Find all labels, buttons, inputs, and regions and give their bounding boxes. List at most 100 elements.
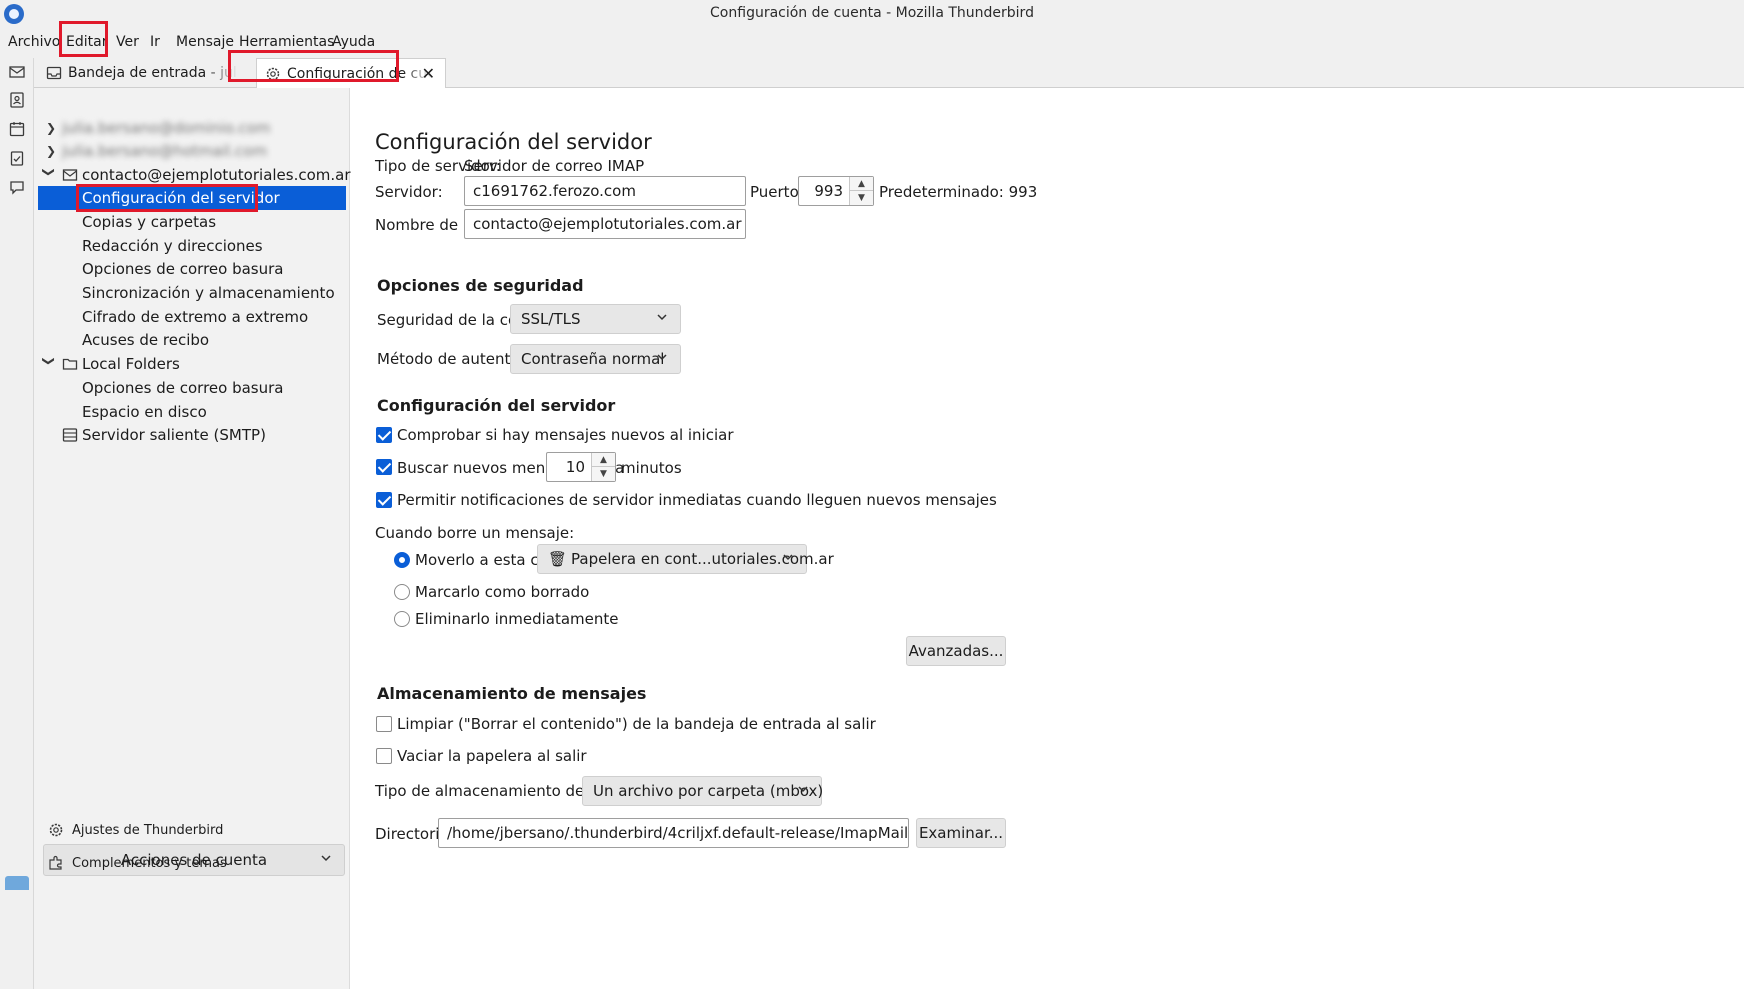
account-row[interactable]: ❯ julia.bersano@dominio.com xyxy=(38,116,346,140)
tree-item-smtp[interactable]: Servidor saliente (SMTP) xyxy=(38,423,346,447)
connection-security-value: SSL/TLS xyxy=(521,310,581,328)
account-row[interactable]: ❯ julia.bersano@hotmail.com xyxy=(38,139,346,163)
chevron-down-icon[interactable]: ❯ xyxy=(42,356,56,368)
trash-icon: 🗑 xyxy=(548,550,568,568)
mail-icon[interactable] xyxy=(9,64,25,78)
tree-item-junk[interactable]: Opciones de correo basura xyxy=(38,257,346,281)
spaces-toolbar xyxy=(0,58,34,989)
menu-editar[interactable]: Editar xyxy=(66,34,107,50)
tab-bar: Bandeja de entrada - julia.b Configuraci… xyxy=(34,58,1744,89)
tree-item-copies-folders[interactable]: Copias y carpetas xyxy=(38,210,346,234)
chevron-down-icon[interactable]: ▼ xyxy=(592,467,615,481)
tree-item-label: Opciones de correo basura xyxy=(82,260,284,278)
empty-trash-label: Vaciar la papelera al salir xyxy=(397,747,587,765)
menu-herramientas[interactable]: Herramientas xyxy=(239,34,334,50)
chevron-down-icon xyxy=(657,314,667,321)
server-label: Servidor: xyxy=(375,183,443,201)
cleanup-inbox-label: Limpiar ("Borrar el contenido") de la ba… xyxy=(397,715,876,733)
storage-type-select[interactable]: Un archivo por carpeta (mbox) xyxy=(582,776,824,806)
check-interval-spinner[interactable]: 10 ▲ ▼ xyxy=(546,452,616,482)
auth-method-select[interactable]: Contraseña normal xyxy=(510,344,681,374)
account-row[interactable]: ❯ contacto@ejemplotutoriales.com.ar xyxy=(38,163,351,187)
close-tab-icon[interactable]: ✕ xyxy=(422,64,435,83)
browse-button[interactable]: Examinar... xyxy=(916,818,1006,848)
tree-item-label: Copias y carpetas xyxy=(82,213,217,231)
mail-account-icon xyxy=(62,169,78,181)
move-to-folder-radio[interactable] xyxy=(394,552,410,568)
chevron-down-icon[interactable]: ▼ xyxy=(850,191,873,205)
check-on-start-checkbox[interactable] xyxy=(376,427,392,443)
server-settings-heading: Configuración del servidor xyxy=(377,396,616,415)
local-dir-input[interactable]: /home/jbersano/.thunderbird/4criljxf.def… xyxy=(438,818,909,848)
tree-item-label: Espacio en disco xyxy=(82,403,207,421)
chevron-down-icon xyxy=(798,786,808,793)
mark-deleted-radio[interactable] xyxy=(394,584,410,600)
minutes-unit: minutos xyxy=(621,459,682,477)
account-label: julia.bersano@hotmail.com xyxy=(62,142,268,160)
tree-item-e2e[interactable]: Cifrado de extremo a extremo xyxy=(38,305,346,329)
tree-item-local-junk[interactable]: Opciones de correo basura xyxy=(38,376,346,400)
thunderbird-settings-link[interactable]: Ajustes de Thunderbird xyxy=(48,822,223,838)
auth-method-value: Contraseña normal xyxy=(521,350,665,368)
menu-archivo[interactable]: Archivo xyxy=(8,34,60,50)
push-notify-checkbox[interactable] xyxy=(376,492,392,508)
server-type-value: Servidor de correo IMAP xyxy=(464,157,645,175)
tree-item-label: Servidor saliente (SMTP) xyxy=(82,426,266,444)
check-interval-stepper[interactable]: ▲ ▼ xyxy=(591,453,615,481)
settings-space-icon[interactable] xyxy=(5,876,29,890)
trash-folder-select[interactable]: 🗑 Papelera en cont...utoriales.com.ar xyxy=(537,544,834,574)
trash-folder-value: Papelera en cont...utoriales.com.ar xyxy=(571,550,834,568)
mark-deleted-label: Marcarlo como borrado xyxy=(415,583,590,601)
tab-inbox[interactable]: Bandeja de entrada - julia.b xyxy=(38,58,243,88)
local-folders-label: Local Folders xyxy=(82,355,180,373)
advanced-button[interactable]: Avanzadas... xyxy=(906,636,1006,666)
tree-item-server-settings[interactable]: Configuración del servidor xyxy=(38,186,346,210)
delete-immediately-label: Eliminarlo inmediatamente xyxy=(415,610,619,628)
port-stepper[interactable]: ▲ ▼ xyxy=(849,177,873,205)
push-notify-label: Permitir notificaciones de servidor inme… xyxy=(397,491,997,509)
address-book-icon[interactable] xyxy=(9,92,25,108)
tree-item-composition[interactable]: Redacción y direcciones xyxy=(38,234,346,258)
window-title: Configuración de cuenta - Mozilla Thunde… xyxy=(710,5,1034,21)
tree-item-sync[interactable]: Sincronización y almacenamiento xyxy=(38,281,346,305)
empty-trash-checkbox[interactable] xyxy=(376,748,392,764)
menu-ir[interactable]: Ir xyxy=(150,34,160,50)
server-input[interactable]: c1691762.ferozo.com xyxy=(464,176,746,206)
local-folders-row[interactable]: ❯ Local Folders xyxy=(38,352,346,376)
chat-icon[interactable] xyxy=(9,179,25,195)
check-every-checkbox[interactable] xyxy=(376,459,392,475)
tree-item-disk-space[interactable]: Espacio en disco xyxy=(38,400,346,424)
username-input[interactable]: contacto@ejemplotutoriales.com.ar xyxy=(464,209,746,239)
tree-item-label: Configuración del servidor xyxy=(82,189,280,207)
folder-icon xyxy=(62,358,78,370)
chevron-down-icon[interactable]: ❯ xyxy=(42,167,56,179)
footer-label: Ajustes de Thunderbird xyxy=(72,822,224,838)
port-label: Puerto: xyxy=(750,183,804,201)
title-bar: Configuración de cuenta - Mozilla Thunde… xyxy=(0,0,1744,28)
chevron-down-icon xyxy=(783,554,793,561)
storage-type-value: Un archivo por carpeta (mbox) xyxy=(593,782,824,800)
security-heading: Opciones de seguridad xyxy=(377,276,584,295)
tab-account-settings[interactable]: Configuración de cuenta ✕ xyxy=(256,58,446,89)
menu-ayuda[interactable]: Ayuda xyxy=(332,34,375,50)
account-label: contacto@ejemplotutoriales.com.ar xyxy=(82,166,351,184)
inbox-icon xyxy=(46,66,62,80)
addons-themes-link[interactable]: Complementos y temas xyxy=(48,855,227,871)
tree-item-label: Sincronización y almacenamiento xyxy=(82,284,335,302)
tasks-icon[interactable] xyxy=(9,150,25,166)
check-on-start-label: Comprobar si hay mensajes nuevos al inic… xyxy=(397,426,734,444)
connection-security-select[interactable]: SSL/TLS xyxy=(510,304,681,334)
delete-immediately-radio[interactable] xyxy=(394,611,410,627)
cleanup-inbox-checkbox[interactable] xyxy=(376,716,392,732)
menu-mensaje[interactable]: Mensaje xyxy=(176,34,234,50)
port-spinner[interactable]: 993 ▲ ▼ xyxy=(798,176,874,206)
calendar-icon[interactable] xyxy=(9,121,25,137)
chevron-right-icon[interactable]: ❯ xyxy=(46,144,58,158)
menu-ver[interactable]: Ver xyxy=(116,34,139,50)
chevron-up-icon[interactable]: ▲ xyxy=(592,453,615,467)
tree-item-receipts[interactable]: Acuses de recibo xyxy=(38,328,346,352)
delete-behaviour-label: Cuando borre un mensaje: xyxy=(375,524,575,542)
menu-bar: Archivo Editar Ver Ir Mensaje Herramient… xyxy=(0,28,1744,58)
chevron-right-icon[interactable]: ❯ xyxy=(46,121,58,135)
chevron-up-icon[interactable]: ▲ xyxy=(850,177,873,191)
